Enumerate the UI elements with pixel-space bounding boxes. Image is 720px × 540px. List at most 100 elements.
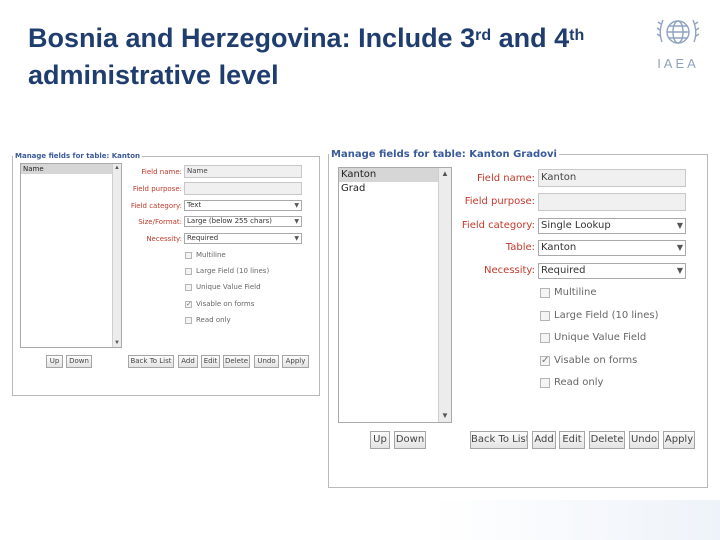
checkbox-box[interactable] [540,332,550,343]
field-list[interactable]: Name ▲ ▼ [20,163,122,348]
multiline-label: Multiline [196,251,226,259]
visable-on-forms-checkbox[interactable]: ✓ Visable on forms [185,300,254,308]
title-sup-th: th [569,27,585,44]
delete-button[interactable]: Delete [589,431,625,449]
field-name-input[interactable]: Name [184,165,302,178]
chevron-down-icon[interactable]: ▼ [677,241,683,255]
field-category-label: Field category: [130,202,182,210]
edit-button[interactable]: Edit [559,431,585,449]
up-button[interactable]: Up [46,355,63,368]
field-name-label: Field name: [141,168,182,176]
checkbox-box[interactable] [540,310,550,321]
scroll-down-arrow-icon[interactable]: ▼ [113,340,121,346]
scroll-down-arrow-icon[interactable]: ▼ [439,412,451,420]
apply-button[interactable]: Apply [282,355,309,368]
size-format-value: Large (below 255 chars) [187,217,272,225]
title-sup-rd: rd [475,27,492,44]
field-category-value: Single Lookup [541,220,611,231]
check-icon: ✓ [541,354,550,366]
necessity-label: Necessity: [484,265,535,276]
size-format-label: Size/Format: [138,218,182,226]
title-mid-text: and 4 [491,23,570,53]
visable-on-forms-label: Visable on forms [554,355,638,366]
checkbox-box[interactable] [540,377,550,388]
logo-text: IAEA [657,56,699,71]
title-line2-text: administrative level [28,60,279,90]
chevron-down-icon[interactable]: ▼ [677,219,683,233]
large-field-checkbox[interactable]: Large Field (10 lines) [540,310,659,321]
slide-footer-gradient [0,500,720,540]
field-name-label: Field name: [477,173,535,184]
check-icon: ✓ [186,299,192,308]
field-category-select[interactable]: Single Lookup ▼ [538,218,686,234]
list-item[interactable]: Name [21,164,112,174]
down-button[interactable]: Down [394,431,426,449]
checkbox-box[interactable]: ✓ [185,299,192,308]
field-purpose-input[interactable] [184,182,302,195]
chevron-down-icon[interactable]: ▼ [294,217,299,226]
add-button[interactable]: Add [178,355,198,368]
chevron-down-icon[interactable]: ▼ [677,264,683,278]
checkbox-box[interactable] [185,267,192,275]
up-button[interactable]: Up [370,431,390,449]
back-to-list-button[interactable]: Back To List [128,355,174,368]
field-list[interactable]: Kanton Grad ▲ ▼ [338,167,452,423]
read-only-label: Read only [196,316,231,324]
checkbox-box[interactable] [185,316,192,324]
visable-on-forms-label: Visable on forms [196,300,255,308]
large-field-checkbox[interactable]: Large Field (10 lines) [185,267,269,275]
checkbox-box[interactable] [185,251,192,259]
add-button[interactable]: Add [532,431,556,449]
size-format-select[interactable]: Large (below 255 chars) ▼ [184,216,302,227]
list-item[interactable]: Grad [339,182,438,196]
iaea-logo: IAEA [652,12,704,74]
checkbox-box[interactable] [185,283,192,291]
field-category-label: Field category: [461,220,535,231]
checkbox-box[interactable] [540,287,550,298]
necessity-select[interactable]: Required ▼ [538,263,686,279]
field-purpose-input[interactable] [538,193,686,211]
edit-button[interactable]: Edit [201,355,220,368]
unique-value-label: Unique Value Field [554,332,647,343]
table-label: Table: [505,242,535,253]
field-purpose-label: Field purpose: [132,185,182,193]
un-emblem-icon [656,19,700,44]
field-category-select[interactable]: Text ▼ [184,200,302,211]
apply-button[interactable]: Apply [663,431,695,449]
down-button[interactable]: Down [66,355,92,368]
list-item[interactable]: Kanton [339,168,438,182]
chevron-down-icon[interactable]: ▼ [294,234,299,243]
title-line1-text: Bosnia and Herzegovina: Include 3 [28,23,476,53]
table-value: Kanton [541,242,577,253]
necessity-select[interactable]: Required ▼ [184,233,302,244]
undo-button[interactable]: Undo [629,431,659,449]
unique-value-checkbox[interactable]: Unique Value Field [540,332,646,343]
panel-legend: Manage fields for table: Kanton [15,152,141,160]
read-only-label: Read only [554,377,604,388]
visable-on-forms-checkbox[interactable]: ✓ Visable on forms [540,355,637,366]
delete-button[interactable]: Delete [223,355,250,368]
field-category-value: Text [187,201,202,209]
read-only-checkbox[interactable]: Read only [185,316,231,324]
chevron-down-icon[interactable]: ▼ [294,201,299,210]
unique-value-checkbox[interactable]: Unique Value Field [185,283,261,291]
manage-fields-panel-kanton-gradovi: Manage fields for table: Kanton Gradovi … [328,143,712,490]
multiline-label: Multiline [554,287,597,298]
unique-value-label: Unique Value Field [196,283,261,291]
large-field-label: Large Field (10 lines) [196,267,270,275]
slide-title: Bosnia and Herzegovina: Include 3rd and … [28,20,658,94]
checkbox-box[interactable]: ✓ [540,354,550,366]
field-name-input[interactable]: Kanton [538,169,686,187]
table-select[interactable]: Kanton ▼ [538,240,686,256]
read-only-checkbox[interactable]: Read only [540,377,603,388]
panel-legend: Manage fields for table: Kanton Gradovi [331,149,557,160]
back-to-list-button[interactable]: Back To List [470,431,528,449]
necessity-label: Necessity: [146,235,182,243]
multiline-checkbox[interactable]: Multiline [540,287,597,298]
field-purpose-label: Field purpose: [464,196,535,207]
undo-button[interactable]: Undo [254,355,279,368]
multiline-checkbox[interactable]: Multiline [185,251,226,259]
manage-fields-panel-kanton: Manage fields for table: Kanton Name ▲ ▼… [12,146,322,398]
necessity-value: Required [541,265,586,276]
necessity-value: Required [187,234,219,242]
